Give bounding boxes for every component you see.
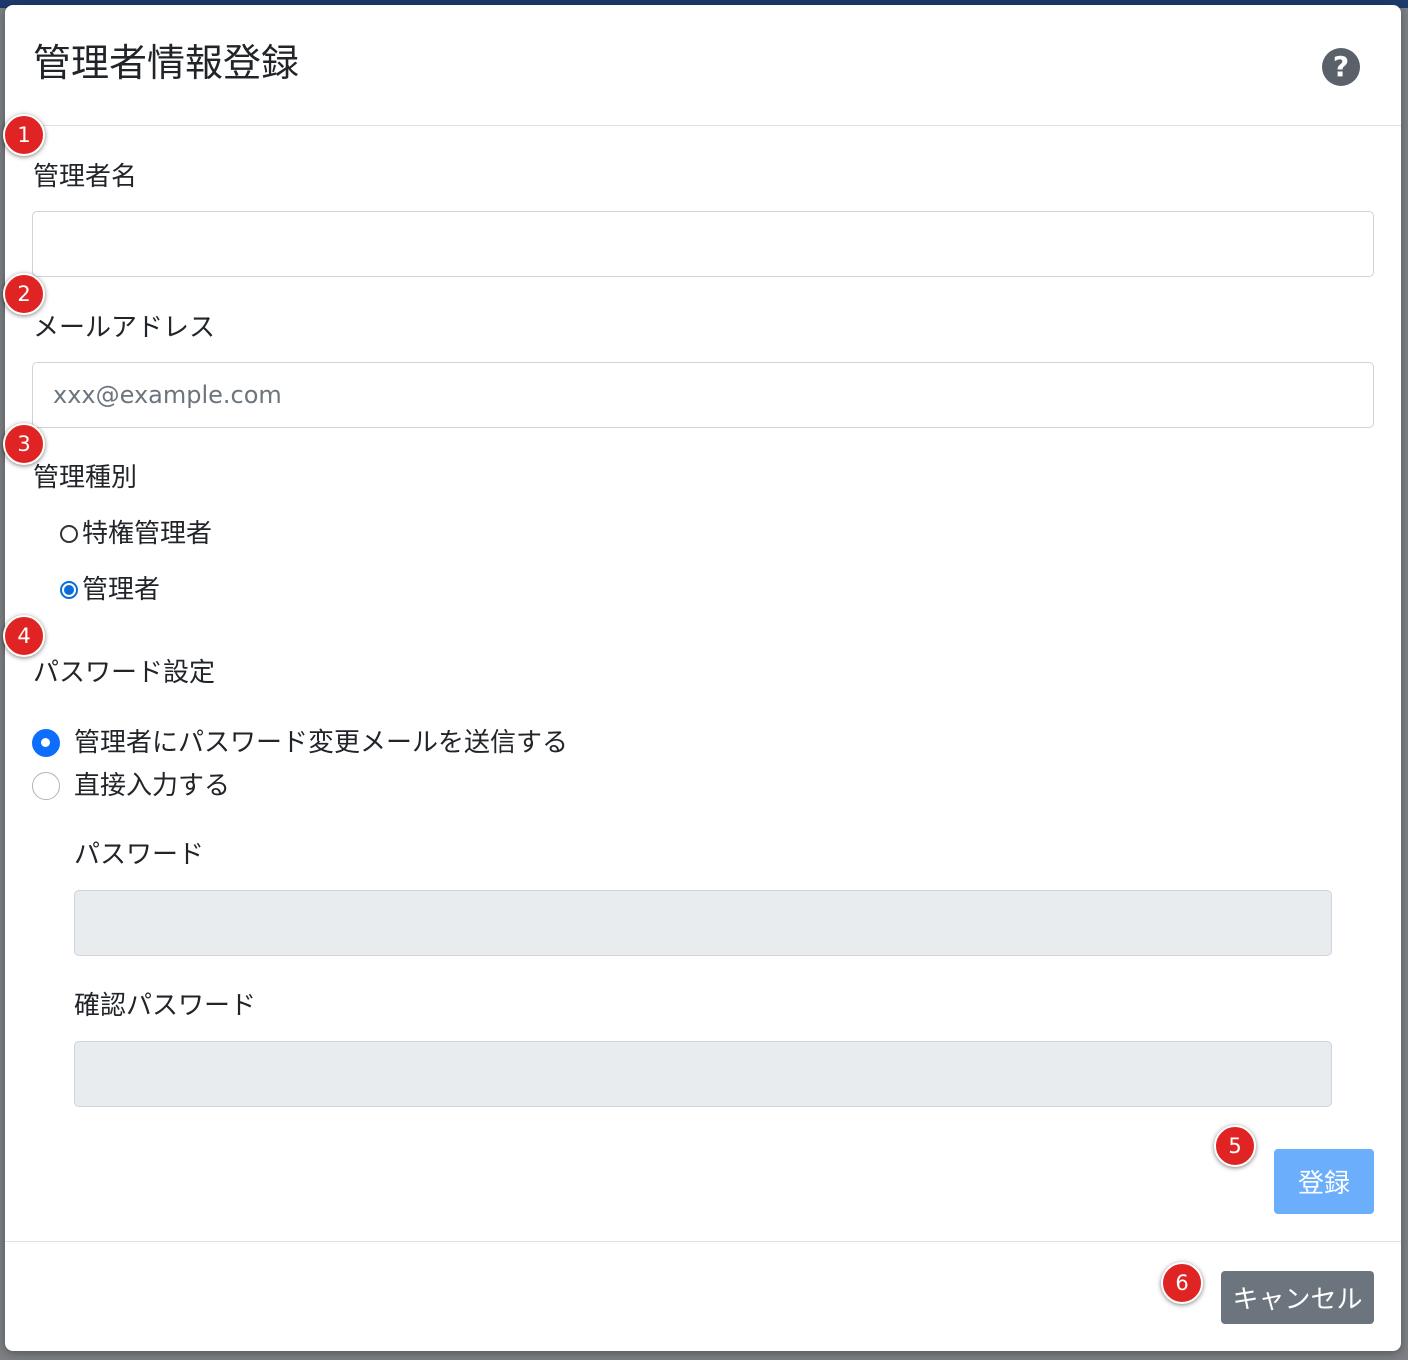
email-label: メールアドレス — [33, 313, 216, 343]
admin-name-input[interactable] — [32, 211, 1374, 277]
password-input[interactable] — [74, 890, 1332, 956]
register-button[interactable]: 登録 — [1274, 1149, 1374, 1214]
annotation-marker-4: 4 — [3, 615, 45, 657]
admin-registration-modal: 管理者情報登録 ? 1 管理者名 2 メールアドレス 3 管理種別 特権管理者 … — [3, 5, 1401, 1351]
help-icon[interactable]: ? — [1322, 48, 1360, 86]
radio-unchecked-icon[interactable] — [32, 772, 60, 800]
option-label: 管理者にパスワード変更メールを送信する — [74, 728, 569, 758]
radio-checked-icon[interactable] — [60, 581, 78, 599]
annotation-marker-5: 5 — [1214, 1125, 1256, 1167]
annotation-marker-6: 6 — [1161, 1262, 1203, 1304]
annotation-marker-3: 3 — [3, 423, 45, 465]
modal-title: 管理者情報登録 — [33, 41, 300, 85]
modal-header: 管理者情報登録 ? — [5, 5, 1401, 126]
radio-unchecked-icon[interactable] — [60, 525, 78, 543]
password-option-send-email[interactable]: 管理者にパスワード変更メールを送信する — [32, 725, 568, 761]
annotation-marker-1: 1 — [3, 114, 45, 156]
option-label: 直接入力する — [74, 771, 231, 801]
option-label: 管理者 — [82, 575, 161, 605]
admin-type-option-admin[interactable]: 管理者 — [60, 572, 160, 608]
option-label: 特権管理者 — [82, 519, 213, 549]
password-label: パスワード — [74, 840, 205, 870]
radio-checked-icon[interactable] — [32, 729, 60, 757]
confirm-password-input[interactable] — [74, 1041, 1332, 1107]
admin-name-label: 管理者名 — [33, 162, 138, 192]
annotation-marker-2: 2 — [3, 273, 45, 315]
admin-type-option-super-admin[interactable]: 特権管理者 — [60, 516, 212, 552]
modal-footer-divider — [5, 1241, 1401, 1242]
confirm-password-label: 確認パスワード — [74, 991, 257, 1021]
password-setting-label: パスワード設定 — [33, 658, 216, 688]
email-input[interactable] — [32, 362, 1374, 428]
admin-type-label: 管理種別 — [33, 463, 138, 493]
cancel-button[interactable]: キャンセル — [1221, 1271, 1374, 1324]
password-option-direct-input[interactable]: 直接入力する — [32, 768, 230, 804]
